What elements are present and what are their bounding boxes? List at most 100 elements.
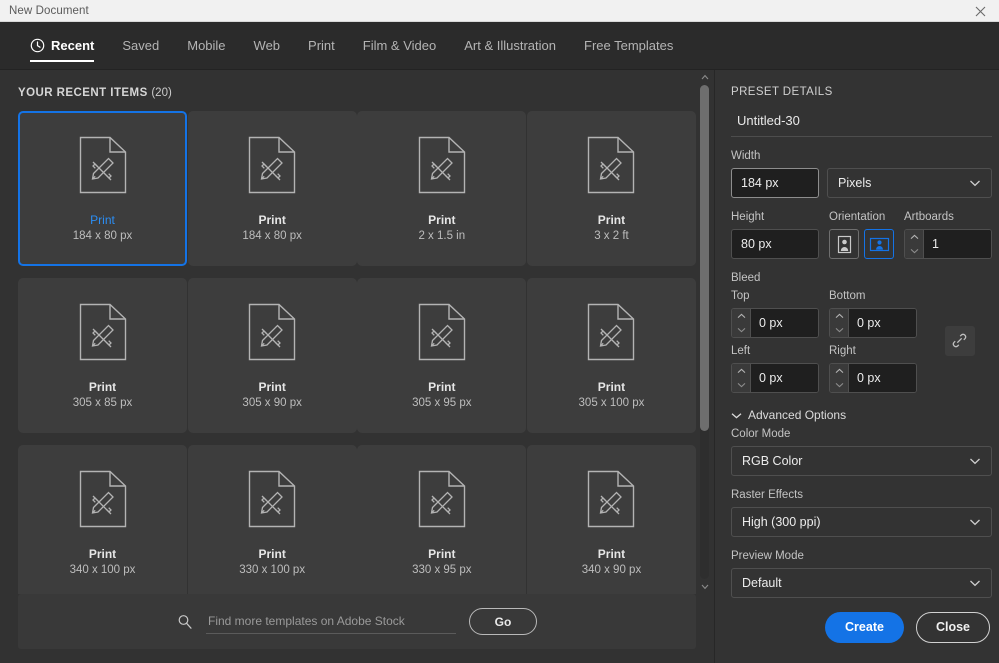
tab-print[interactable]: Print [294, 22, 349, 69]
title-bar: New Document [0, 0, 999, 22]
artboards-stepper[interactable] [904, 229, 992, 259]
orientation-portrait-button[interactable] [829, 229, 859, 259]
color-mode-label: Color Mode [731, 428, 791, 440]
template-card-size: 184 x 80 px [242, 229, 302, 242]
close-button[interactable]: Close [915, 611, 990, 643]
bleed-right-input[interactable] [849, 364, 916, 392]
bleed-label: Bleed [731, 272, 761, 284]
templates-scroll-area: YOUR RECENT ITEMS (20) Print 184 x 80 px P… [0, 70, 714, 594]
new-document-dialog: New Document Recent Saved Mobile Web Print Fi… [0, 0, 999, 663]
tab-mobile[interactable]: Mobile [173, 22, 239, 69]
tab-art-illustration[interactable]: Art & Illustration [450, 22, 570, 69]
bleed-left-input[interactable] [751, 364, 818, 392]
tab-recent[interactable]: Recent [16, 22, 108, 69]
template-card[interactable]: Print 184 x 80 px [18, 111, 187, 266]
preview-mode-select[interactable]: Default [731, 568, 992, 598]
document-icon [79, 470, 127, 533]
bleed-bottom-group: Bottom [829, 290, 917, 338]
preset-details-pane: PRESET DETAILS Width Pixels [714, 70, 999, 663]
tab-film-video[interactable]: Film & Video [349, 22, 450, 69]
template-card[interactable]: Print 305 x 90 px [187, 278, 357, 433]
templates-scrollbar[interactable] [699, 70, 710, 594]
height-input[interactable] [731, 229, 819, 259]
template-card-size: 305 x 85 px [72, 396, 133, 409]
bleed-right-stepper[interactable] [829, 363, 917, 393]
units-select[interactable]: Pixels [827, 168, 992, 198]
create-button[interactable]: Create [825, 611, 904, 643]
tab-saved[interactable]: Saved [108, 22, 173, 69]
bleed-right-arrows [830, 364, 849, 392]
chevron-down-icon [731, 408, 742, 422]
bleed-grid: Top 0 px Bottom 0 px Left 0 px Right 0 p… [731, 290, 992, 393]
template-card[interactable]: Print 184 x 80 px [187, 111, 357, 266]
bleed-bottom-decrement-icon[interactable] [830, 323, 848, 337]
document-icon [79, 303, 127, 366]
document-icon [418, 470, 466, 533]
tab-label: Free Templates [584, 38, 674, 53]
dialog-footer: Create Close [715, 599, 999, 663]
tab-free-templates[interactable]: Free Templates [570, 22, 687, 69]
stock-go-button[interactable]: Go [469, 608, 537, 635]
artboards-input[interactable] [924, 230, 991, 258]
bleed-top-increment-icon[interactable] [732, 309, 750, 323]
template-card-title: Print [88, 546, 117, 561]
scroll-up-icon[interactable] [699, 70, 710, 84]
template-card[interactable]: Print 3 x 2 ft [526, 111, 696, 266]
template-card-size: 330 x 100 px [239, 563, 306, 576]
template-card-title: Print [428, 212, 456, 227]
height-group: Height [731, 211, 819, 259]
template-card[interactable]: Print 305 x 85 px [18, 278, 187, 433]
templates-scroll-thumb[interactable] [700, 85, 709, 431]
template-card[interactable]: Print 2 x 1.5 in [357, 111, 527, 266]
template-card[interactable]: Print 305 x 95 px [357, 278, 527, 433]
artboards-decrement-icon[interactable] [905, 244, 923, 258]
bleed-left-increment-icon[interactable] [732, 364, 750, 378]
bleed-left-stepper[interactable] [731, 363, 819, 393]
templates-scroll-track[interactable] [700, 85, 709, 579]
bleed-top-stepper[interactable] [731, 308, 819, 338]
advanced-options-toggle[interactable]: Advanced Options [731, 408, 992, 422]
scroll-down-icon[interactable] [699, 580, 710, 594]
template-card-size: 305 x 100 px [578, 396, 645, 409]
orientation-label: Orientation [829, 211, 886, 223]
bleed-top-input[interactable] [751, 309, 818, 337]
bleed-right-increment-icon[interactable] [830, 364, 848, 378]
bleed-bottom-input[interactable] [849, 309, 916, 337]
template-card[interactable]: Print 340 x 100 px [18, 445, 187, 594]
adobe-stock-search-bar: Go [18, 594, 696, 649]
bleed-left-decrement-icon[interactable] [732, 378, 750, 392]
recent-items-heading: YOUR RECENT ITEMS (20) [0, 70, 714, 111]
preset-scroll-area: PRESET DETAILS Width Pixels [715, 70, 999, 599]
template-card-size: 305 x 95 px [412, 396, 472, 409]
template-card[interactable]: Print 340 x 90 px [526, 445, 696, 594]
template-card[interactable]: Print 330 x 100 px [187, 445, 357, 594]
bleed-right-decrement-icon[interactable] [830, 378, 848, 392]
template-card[interactable]: Print 305 x 100 px [526, 278, 696, 433]
category-tabs: Recent Saved Mobile Web Print Film & Video Art… [0, 22, 999, 70]
tab-label: Recent [51, 38, 95, 53]
document-icon [587, 303, 635, 366]
height-label: Height [731, 211, 765, 223]
close-icon[interactable] [961, 0, 999, 22]
template-card[interactable]: Print 330 x 95 px [357, 445, 527, 594]
bleed-bottom-arrows [830, 309, 849, 337]
bleed-bottom-stepper[interactable] [829, 308, 917, 338]
artboards-increment-icon[interactable] [905, 230, 923, 244]
bleed-top-decrement-icon[interactable] [732, 323, 750, 337]
stock-search-input[interactable] [206, 609, 456, 634]
width-input[interactable] [731, 168, 819, 198]
link-icon[interactable] [944, 325, 975, 356]
color-mode-select[interactable]: RGB Color [731, 446, 992, 476]
preview-mode-value: Default [742, 576, 782, 590]
bleed-bottom-increment-icon[interactable] [830, 309, 848, 323]
document-name-input[interactable] [731, 111, 992, 137]
tab-web[interactable]: Web [240, 22, 295, 69]
raster-effects-select[interactable]: High (300 ppi) [731, 507, 992, 537]
template-card-size: 305 x 90 px [242, 396, 302, 409]
template-card-grid: Print 184 x 80 px Print 184 x 80 px Print 2 x… [0, 111, 714, 594]
orientation-group: Orientation [829, 211, 894, 259]
template-card-title: Print [90, 212, 115, 227]
orientation-landscape-button[interactable] [864, 229, 894, 259]
template-card-size: 2 x 1.5 in [418, 229, 466, 242]
document-icon [587, 470, 635, 533]
